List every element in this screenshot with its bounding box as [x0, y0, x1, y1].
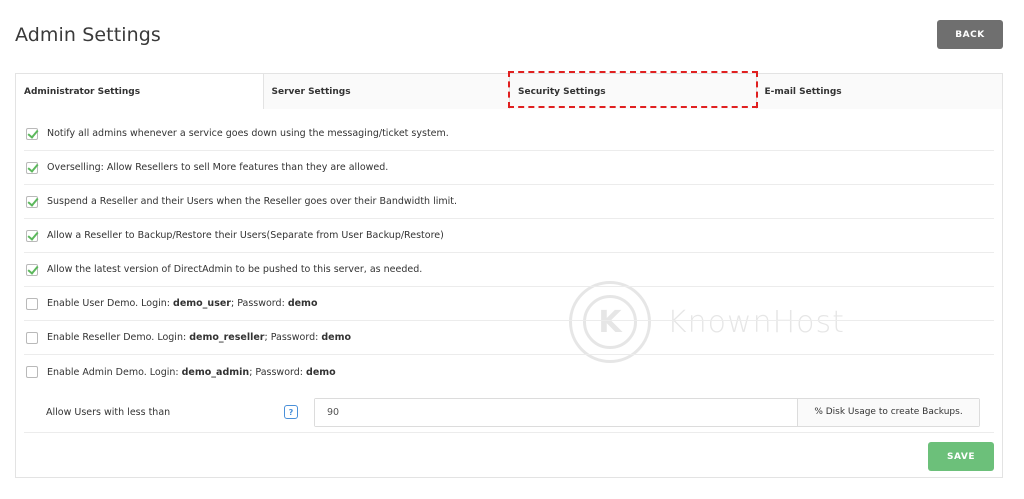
divider [24, 432, 994, 433]
demo-login: demo_reseller [189, 332, 265, 343]
options-list: Notify all admins whenever a service goe… [24, 117, 994, 389]
checkbox-reseller-backup[interactable] [26, 229, 38, 242]
demo-prefix: Enable Reseller Demo. Login: [47, 332, 190, 343]
option-label: Allow a Reseller to Backup/Restore their… [47, 230, 444, 241]
checkbox-directadmin-update[interactable] [26, 263, 38, 276]
checkbox-reseller-demo[interactable] [26, 331, 38, 344]
help-icon[interactable]: ? [284, 405, 298, 419]
checkbox-suspend-reseller[interactable] [26, 195, 38, 208]
option-user-demo[interactable]: Enable User Demo. Login: demo_user; Pass… [24, 287, 994, 321]
tab-security-settings[interactable]: Security Settings [508, 71, 757, 109]
backup-threshold-input[interactable] [315, 398, 797, 426]
demo-login: demo_user [173, 298, 231, 309]
option-label: Enable Admin Demo. Login: demo_admin; Pa… [47, 367, 336, 378]
demo-login: demo_admin [181, 366, 250, 378]
tab-server-settings[interactable]: Server Settings [262, 74, 509, 109]
checkbox-overselling[interactable] [26, 161, 38, 174]
backup-threshold-label: Allow Users with less than [46, 406, 171, 418]
demo-password: demo [306, 366, 336, 378]
option-label: Notify all admins whenever a service goe… [47, 128, 449, 139]
demo-prefix: Enable Admin Demo. Login: [47, 366, 182, 378]
option-overselling[interactable]: Overselling: Allow Resellers to sell Mor… [24, 151, 994, 185]
settings-panel: Administrator Settings Server Settings S… [15, 71, 1003, 478]
tab-administrator-settings[interactable]: Administrator Settings [16, 74, 263, 110]
backup-threshold-group: % Disk Usage to create Backups. [314, 397, 980, 427]
option-label: Allow the latest version of DirectAdmin … [47, 264, 423, 275]
option-suspend-reseller[interactable]: Suspend a Reseller and their Users when … [24, 185, 994, 219]
save-button[interactable]: SAVE [928, 442, 994, 471]
demo-mid: ; Password: [249, 366, 307, 378]
option-label: Overselling: Allow Resellers to sell Mor… [47, 162, 389, 173]
backup-threshold-suffix: % Disk Usage to create Backups. [797, 398, 979, 426]
demo-mid: ; Password: [230, 298, 288, 309]
page-title: Admin Settings [15, 24, 161, 46]
option-admin-demo[interactable]: Enable Admin Demo. Login: demo_admin; Pa… [24, 355, 994, 389]
option-reseller-backup[interactable]: Allow a Reseller to Backup/Restore their… [24, 219, 994, 253]
checkbox-user-demo[interactable] [26, 297, 38, 310]
option-label: Suspend a Reseller and their Users when … [47, 196, 457, 207]
tab-email-settings[interactable]: E-mail Settings [755, 74, 1002, 109]
checkbox-admin-demo[interactable] [26, 366, 38, 378]
option-reseller-demo[interactable]: Enable Reseller Demo. Login: demo_resell… [24, 321, 994, 355]
option-notify-admins[interactable]: Notify all admins whenever a service goe… [24, 117, 994, 151]
backup-threshold-row: Allow Users with less than ? % Disk Usag… [24, 394, 994, 430]
option-directadmin-update[interactable]: Allow the latest version of DirectAdmin … [24, 253, 994, 287]
demo-password: demo [287, 298, 318, 309]
demo-password: demo [321, 332, 351, 343]
demo-prefix: Enable User Demo. Login: [47, 298, 174, 309]
checkbox-notify-admins[interactable] [26, 127, 38, 140]
back-button[interactable]: BACK [937, 20, 1003, 49]
option-label: Enable Reseller Demo. Login: demo_resell… [47, 332, 351, 343]
tab-bar: Administrator Settings Server Settings S… [16, 71, 1002, 110]
demo-mid: ; Password: [264, 332, 322, 343]
option-label: Enable User Demo. Login: demo_user; Pass… [47, 298, 317, 309]
